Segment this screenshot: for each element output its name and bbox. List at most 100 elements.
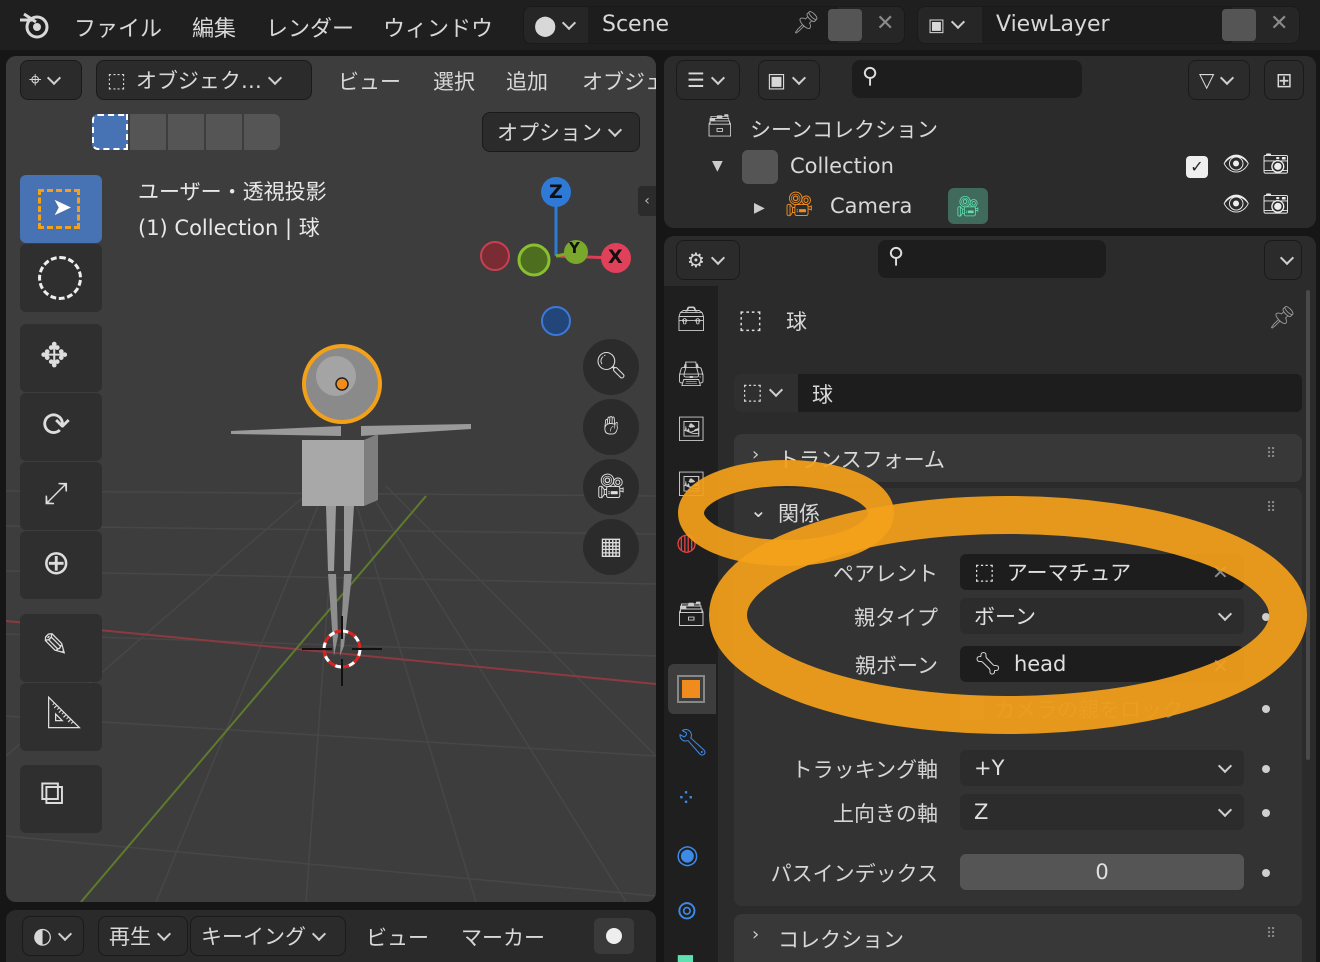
scene-name[interactable]: Scene bbox=[602, 12, 669, 37]
parent-bone-field[interactable]: 🦴︎ head bbox=[960, 646, 1244, 682]
clear-parent-bone-icon[interactable]: ✕ bbox=[1212, 654, 1229, 678]
properties-options-dropdown[interactable] bbox=[1264, 240, 1302, 280]
particles-tab-icon[interactable]: ⁘ bbox=[676, 784, 710, 818]
animate-property-dot[interactable] bbox=[1262, 809, 1270, 817]
editor-type-button[interactable]: ⌖ bbox=[20, 60, 82, 100]
constraints-tab-icon[interactable]: ⊚ bbox=[676, 896, 710, 930]
drag-handle-icon[interactable]: ⠿ bbox=[1266, 446, 1276, 462]
outliner-display-mode[interactable]: ☰ bbox=[676, 60, 740, 100]
clear-parent-icon[interactable]: ✕ bbox=[1212, 560, 1229, 584]
properties-search-input[interactable]: ⚲ bbox=[878, 240, 1106, 278]
panel-collections-header[interactable]: › コレクション ⠿ bbox=[734, 914, 1302, 962]
mode-selector[interactable]: ⬚ オブジェク… bbox=[96, 60, 312, 100]
tool-tab-icon[interactable]: 🧰︎ bbox=[676, 305, 710, 339]
tool-add-cube[interactable]: ⧉ bbox=[20, 765, 102, 833]
render-tab-icon[interactable]: 🖨︎ bbox=[676, 360, 710, 394]
camera-data-icon[interactable]: 🎥︎ bbox=[948, 188, 988, 224]
world-tab-icon[interactable]: 🗃︎ bbox=[676, 600, 710, 634]
tool-measure[interactable]: 📐︎ bbox=[20, 683, 102, 751]
select-extend-icon[interactable] bbox=[130, 114, 166, 150]
object-tab-icon[interactable] bbox=[668, 664, 716, 714]
tool-cursor[interactable] bbox=[20, 244, 102, 312]
outliner-search-input[interactable]: ⚲ bbox=[852, 60, 1082, 98]
timeline-menu-marker[interactable]: マーカー bbox=[461, 922, 545, 952]
new-collection-icon[interactable]: ⊞ bbox=[1264, 60, 1304, 100]
close-viewlayer-icon[interactable]: ✕ bbox=[1270, 11, 1288, 36]
menu-file[interactable]: ファイル bbox=[74, 11, 162, 43]
animate-property-dot[interactable] bbox=[1262, 869, 1270, 877]
sidebar-toggle-icon[interactable]: ‹ bbox=[638, 186, 656, 216]
object-browse-icon[interactable]: ⬚ bbox=[734, 374, 798, 412]
drag-handle-icon[interactable]: ⠿ bbox=[1266, 926, 1276, 942]
scene-collection-label[interactable]: シーンコレクション bbox=[750, 114, 938, 144]
camera-visibility-icon[interactable]: 👁︎ bbox=[1222, 192, 1250, 217]
menu-edit[interactable]: 編集 bbox=[192, 11, 236, 43]
perspective-toggle-icon[interactable]: ▦ bbox=[583, 519, 639, 575]
pin-icon[interactable]: 📌︎ bbox=[1268, 306, 1296, 331]
pin-icon[interactable]: 📌︎ bbox=[792, 11, 820, 36]
playback-menu[interactable]: 再生 bbox=[98, 916, 188, 956]
blender-logo-icon[interactable] bbox=[18, 10, 52, 40]
viewlayer-name[interactable]: ViewLayer bbox=[996, 12, 1110, 37]
camera-lock-checkbox[interactable] bbox=[960, 696, 984, 720]
3d-cursor-icon[interactable] bbox=[302, 616, 382, 696]
outliner-filter-view[interactable]: ▣ bbox=[758, 60, 820, 100]
animate-property-dot[interactable] bbox=[1262, 613, 1270, 621]
collection-label[interactable]: Collection bbox=[790, 154, 894, 178]
properties-scrollbar[interactable] bbox=[1306, 290, 1310, 760]
menu-select[interactable]: 選択 bbox=[433, 66, 475, 96]
menu-window[interactable]: ウィンドウ bbox=[383, 11, 493, 43]
viewlayer-selector[interactable]: ▣ ViewLayer ✕ bbox=[917, 6, 1300, 44]
scene-selector[interactable]: ⬤ Scene 📌︎ ✕ bbox=[523, 6, 905, 44]
tool-move[interactable]: ✥ bbox=[20, 324, 102, 392]
parent-field[interactable]: ⬚ アーマチュア bbox=[960, 554, 1244, 590]
pan-hand-icon[interactable]: ✋︎ bbox=[583, 399, 639, 455]
viewport-3d[interactable]: ⌖ ⬚ オブジェク… ビュー 選択 追加 オブジェ オプション ユーザー・透視投… bbox=[6, 56, 656, 902]
menu-render[interactable]: レンダー bbox=[266, 11, 354, 43]
select-intersect-icon[interactable] bbox=[244, 114, 280, 150]
modifier-wrench-icon[interactable]: 🔧︎ bbox=[676, 728, 710, 762]
scene-tab-icon[interactable]: ◍ bbox=[676, 528, 710, 562]
output-tab-icon[interactable]: 🖼︎ bbox=[676, 415, 710, 449]
panel-transform-header[interactable]: › トランスフォーム ⠿ bbox=[734, 434, 1302, 482]
keying-menu[interactable]: キーイング bbox=[190, 916, 346, 956]
parent-type-dropdown[interactable]: ボーン bbox=[960, 598, 1244, 634]
collection-render-icon[interactable]: 📷︎ bbox=[1262, 152, 1290, 177]
select-subtract-icon[interactable] bbox=[168, 114, 204, 150]
animate-property-dot[interactable] bbox=[1262, 765, 1270, 773]
view-layer-tab-icon[interactable]: 🖼︎ bbox=[676, 470, 710, 504]
camera-label[interactable]: Camera bbox=[830, 194, 912, 218]
tool-select-box[interactable]: ➤ bbox=[20, 175, 102, 243]
tool-scale[interactable]: ⤢ bbox=[20, 462, 102, 530]
copy-scene-icon[interactable] bbox=[828, 9, 862, 41]
copy-viewlayer-icon[interactable] bbox=[1222, 9, 1256, 41]
collection-checkbox[interactable]: ✓ bbox=[1186, 156, 1208, 178]
timeline-editor-type[interactable]: ◐ bbox=[22, 916, 84, 956]
tool-transform[interactable]: ⊕ bbox=[20, 531, 102, 599]
animate-property-dot[interactable] bbox=[1262, 705, 1270, 713]
close-scene-icon[interactable]: ✕ bbox=[876, 11, 894, 36]
tool-annotate[interactable]: ✎ bbox=[20, 614, 102, 682]
select-new-icon[interactable] bbox=[92, 114, 128, 150]
viewlayer-browse-icon[interactable]: ▣ bbox=[928, 15, 963, 36]
record-button[interactable] bbox=[594, 918, 634, 954]
up-axis-dropdown[interactable]: Z bbox=[960, 794, 1244, 830]
camera-view-icon[interactable]: 🎥︎ bbox=[583, 459, 639, 515]
chevron-down-icon[interactable]: ⌄ bbox=[750, 498, 767, 522]
camera-expand-icon[interactable]: ▶ bbox=[754, 200, 765, 216]
menu-view[interactable]: ビュー bbox=[338, 66, 401, 96]
menu-object[interactable]: オブジェ bbox=[582, 66, 656, 96]
select-invert-icon[interactable] bbox=[206, 114, 242, 150]
scene-browse-icon[interactable]: ⬤ bbox=[534, 13, 574, 37]
tool-rotate[interactable]: ⟳ bbox=[20, 393, 102, 461]
menu-add[interactable]: 追加 bbox=[506, 66, 548, 96]
data-tab-icon[interactable]: ▬ bbox=[676, 945, 710, 962]
collection-visibility-icon[interactable]: 👁︎ bbox=[1222, 152, 1250, 177]
properties-editor-type[interactable]: ⚙ bbox=[676, 240, 740, 280]
camera-render-icon[interactable]: 📷︎ bbox=[1262, 192, 1290, 217]
collection-expand-icon[interactable]: ▼ bbox=[712, 158, 723, 174]
zoom-icon[interactable]: 🔍︎ bbox=[583, 339, 639, 395]
drag-handle-icon[interactable]: ⠿ bbox=[1266, 500, 1276, 516]
object-name-field[interactable]: ⬚ 球 bbox=[734, 374, 1302, 412]
pass-index-field[interactable]: 0 bbox=[960, 854, 1244, 890]
